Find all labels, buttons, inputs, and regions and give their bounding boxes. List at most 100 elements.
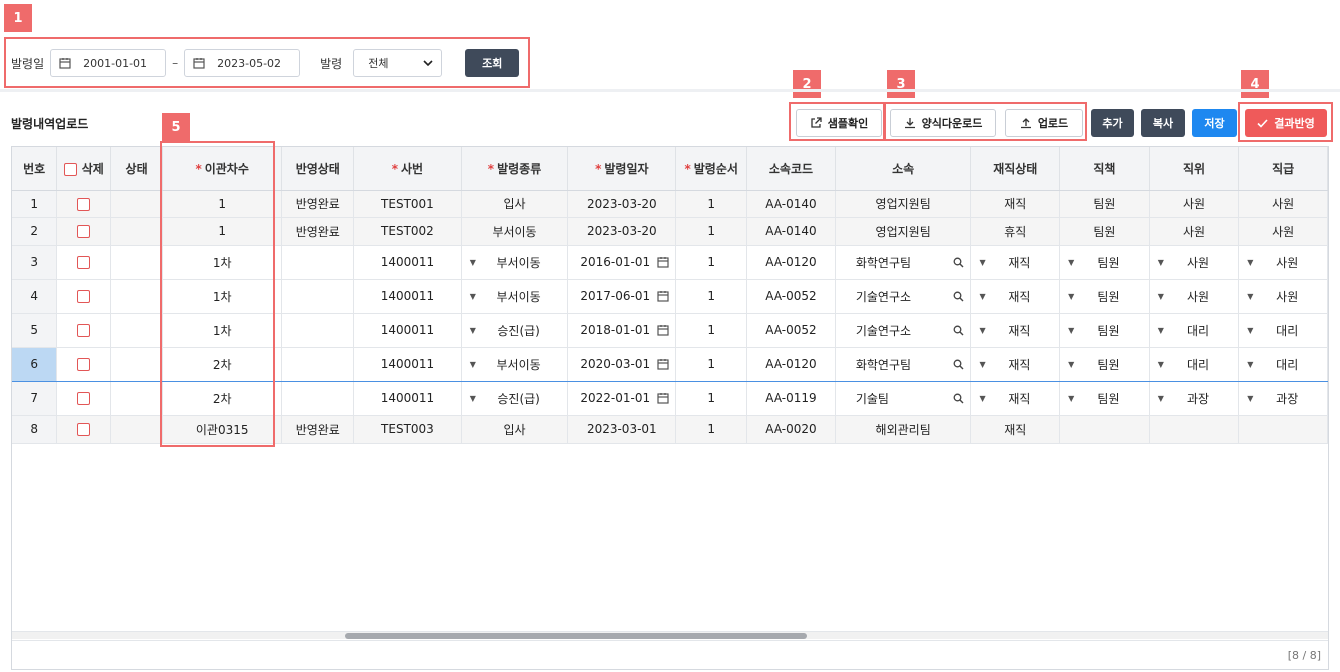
cell-transfer-seq[interactable]: 2차 <box>162 346 283 382</box>
cell-order-type[interactable]: ▼ 부서이동 <box>461 279 569 314</box>
cell-dept-code[interactable]: AA-0140 <box>746 217 836 246</box>
cell-position[interactable]: ▼ 대리 <box>1149 346 1240 382</box>
cell-emp-status[interactable]: ▼ 재직 <box>970 313 1061 348</box>
cell-delete[interactable] <box>56 346 112 382</box>
col-header-delete[interactable]: 삭제 <box>56 147 112 191</box>
search-icon[interactable] <box>953 359 964 370</box>
cell-order-date[interactable]: 2020-03-01 <box>567 346 677 382</box>
search-icon[interactable] <box>953 393 964 404</box>
scrollbar-thumb[interactable] <box>345 633 807 639</box>
cell-emp-no[interactable]: 1400011 <box>353 313 462 348</box>
cell-order-seq[interactable]: 1 <box>675 279 748 314</box>
cell-grade[interactable]: ▼ 대리 <box>1238 313 1328 348</box>
row-delete-checkbox[interactable] <box>77 324 91 337</box>
row-delete-checkbox[interactable] <box>77 256 91 269</box>
cell-order-seq[interactable]: 1 <box>675 381 748 416</box>
cell-position[interactable]: ▼ 사원 <box>1149 245 1240 280</box>
cell-emp-no[interactable]: 1400011 <box>353 381 462 416</box>
cell-no[interactable]: 8 <box>12 415 58 444</box>
cell-order-seq[interactable]: 1 <box>675 245 748 280</box>
cell-no[interactable]: 1 <box>12 190 58 218</box>
search-button[interactable]: 조회 <box>465 49 520 77</box>
cell-position[interactable]: ▼ 사원 <box>1149 279 1240 314</box>
cell-dept-code[interactable]: AA-0120 <box>746 346 836 382</box>
cell-emp-no[interactable]: 1400011 <box>353 346 462 382</box>
calendar-icon[interactable] <box>657 256 669 268</box>
cell-no[interactable]: 3 <box>12 245 58 280</box>
cell-emp-no[interactable]: TEST003 <box>353 415 462 444</box>
table-row[interactable]: 2 1 반영완료 TEST002 부서이동 2023-03-20 1 AA-0140 영업지원팀… <box>12 217 1328 246</box>
cell-dept-code[interactable]: AA-0140 <box>746 190 836 218</box>
cell-grade[interactable]: ▼ 사원 <box>1238 245 1328 280</box>
col-header-transfer-seq[interactable]: * 이관차수 <box>162 147 283 191</box>
table-row[interactable]: 4 1차 1400011 ▼ 부서이동 2017-06-01 1 AA-0052 기술연구소 ▼ 재… <box>12 279 1328 314</box>
cell-delete[interactable] <box>56 190 112 218</box>
cell-emp-status[interactable]: ▼ 재직 <box>970 245 1061 280</box>
copy-button[interactable]: 복사 <box>1141 109 1185 137</box>
table-row[interactable]: 6 2차 1400011 ▼ 부서이동 2020-03-01 1 AA-0120 화학연구팀 ▼ 재… <box>12 346 1328 382</box>
row-delete-checkbox[interactable] <box>77 358 91 371</box>
sample-button[interactable]: 샘플확인 <box>796 109 882 137</box>
cell-duty[interactable]: ▼ 팀원 <box>1059 279 1150 314</box>
cell-emp-status[interactable]: ▼ 재직 <box>970 279 1061 314</box>
cell-dept[interactable]: 화학연구팀 <box>835 346 972 382</box>
cell-emp-no[interactable]: 1400011 <box>353 279 462 314</box>
search-icon[interactable] <box>953 257 964 268</box>
order-type-select[interactable]: 전체 <box>353 49 443 77</box>
row-delete-checkbox[interactable] <box>77 225 91 238</box>
cell-order-seq[interactable]: 1 <box>675 217 748 246</box>
cell-transfer-seq[interactable]: 1차 <box>162 279 283 314</box>
cell-delete[interactable] <box>56 245 112 280</box>
cell-duty[interactable]: ▼ 팀원 <box>1059 245 1150 280</box>
cell-transfer-seq[interactable]: 1 <box>162 217 283 246</box>
col-header-order-type[interactable]: * 발령종류 <box>461 147 569 191</box>
cell-delete[interactable] <box>56 381 112 416</box>
col-header-status[interactable]: 상태 <box>110 147 163 191</box>
cell-delete[interactable] <box>56 313 112 348</box>
upload-button[interactable]: 업로드 <box>1005 109 1083 137</box>
table-row[interactable]: 1 1 반영완료 TEST001 입사 2023-03-20 1 AA-0140 영업지원팀 재직… <box>12 190 1328 218</box>
cell-position[interactable]: ▼ 대리 <box>1149 313 1240 348</box>
cell-no[interactable]: 4 <box>12 279 58 314</box>
table-row[interactable]: 5 1차 1400011 ▼ 승진(급) 2018-01-01 1 AA-0052 기술연구소 ▼… <box>12 313 1328 348</box>
calendar-icon[interactable] <box>657 392 669 404</box>
row-delete-checkbox[interactable] <box>77 392 91 405</box>
start-date-input[interactable]: 2001-01-01 <box>50 49 167 77</box>
cell-duty[interactable]: ▼ 팀원 <box>1059 313 1150 348</box>
cell-transfer-seq[interactable]: 1차 <box>162 245 283 280</box>
cell-transfer-seq[interactable]: 1 <box>162 190 283 218</box>
search-icon[interactable] <box>953 325 964 336</box>
search-icon[interactable] <box>953 291 964 302</box>
cell-dept-code[interactable]: AA-0052 <box>746 313 836 348</box>
calendar-icon[interactable] <box>657 358 669 370</box>
cell-dept-code[interactable]: AA-0120 <box>746 245 836 280</box>
add-button[interactable]: 추가 <box>1091 109 1134 137</box>
cell-no[interactable]: 5 <box>12 313 58 348</box>
cell-grade[interactable]: ▼ 과장 <box>1238 381 1328 416</box>
table-row[interactable]: 3 1차 1400011 ▼ 부서이동 2016-01-01 1 AA-0120 화학연구팀 ▼ 재… <box>12 245 1328 280</box>
col-header-order-seq[interactable]: * 발령순서 <box>675 147 748 191</box>
save-button[interactable]: 저장 <box>1192 109 1237 137</box>
cell-duty[interactable]: ▼ 팀원 <box>1059 381 1150 416</box>
cell-order-type[interactable]: ▼ 승진(급) <box>461 313 569 348</box>
cell-dept[interactable]: 기술연구소 <box>835 313 972 348</box>
cell-dept-code[interactable]: AA-0052 <box>746 279 836 314</box>
col-header-apply-status[interactable]: 반영상태 <box>281 147 355 191</box>
cell-emp-status[interactable]: ▼ 재직 <box>970 381 1061 416</box>
cell-delete[interactable] <box>56 415 112 444</box>
cell-dept[interactable]: 기술팀 <box>835 381 972 416</box>
cell-delete[interactable] <box>56 279 112 314</box>
select-all-checkbox[interactable] <box>63 162 77 176</box>
table-row[interactable]: 8 이관0315 반영완료 TEST003 입사 2023-03-01 1 AA-0020 해외… <box>12 415 1328 444</box>
cell-emp-no[interactable]: TEST001 <box>353 190 462 218</box>
cell-grade[interactable]: ▼ 대리 <box>1238 346 1328 382</box>
cell-order-type[interactable]: ▼ 승진(급) <box>461 381 569 416</box>
cell-order-date[interactable]: 2022-01-01 <box>567 381 677 416</box>
cell-dept-code[interactable]: AA-0119 <box>746 381 836 416</box>
col-header-order-date[interactable]: * 발령일자 <box>567 147 677 191</box>
table-row[interactable]: 7 2차 1400011 ▼ 승진(급) 2022-01-01 1 AA-0119 기술팀 ▼ 재직… <box>12 381 1328 416</box>
cell-dept-code[interactable]: AA-0020 <box>746 415 836 444</box>
cell-transfer-seq[interactable]: 2차 <box>162 381 283 416</box>
cell-duty[interactable]: ▼ 팀원 <box>1059 346 1150 382</box>
cell-delete[interactable] <box>56 217 112 246</box>
